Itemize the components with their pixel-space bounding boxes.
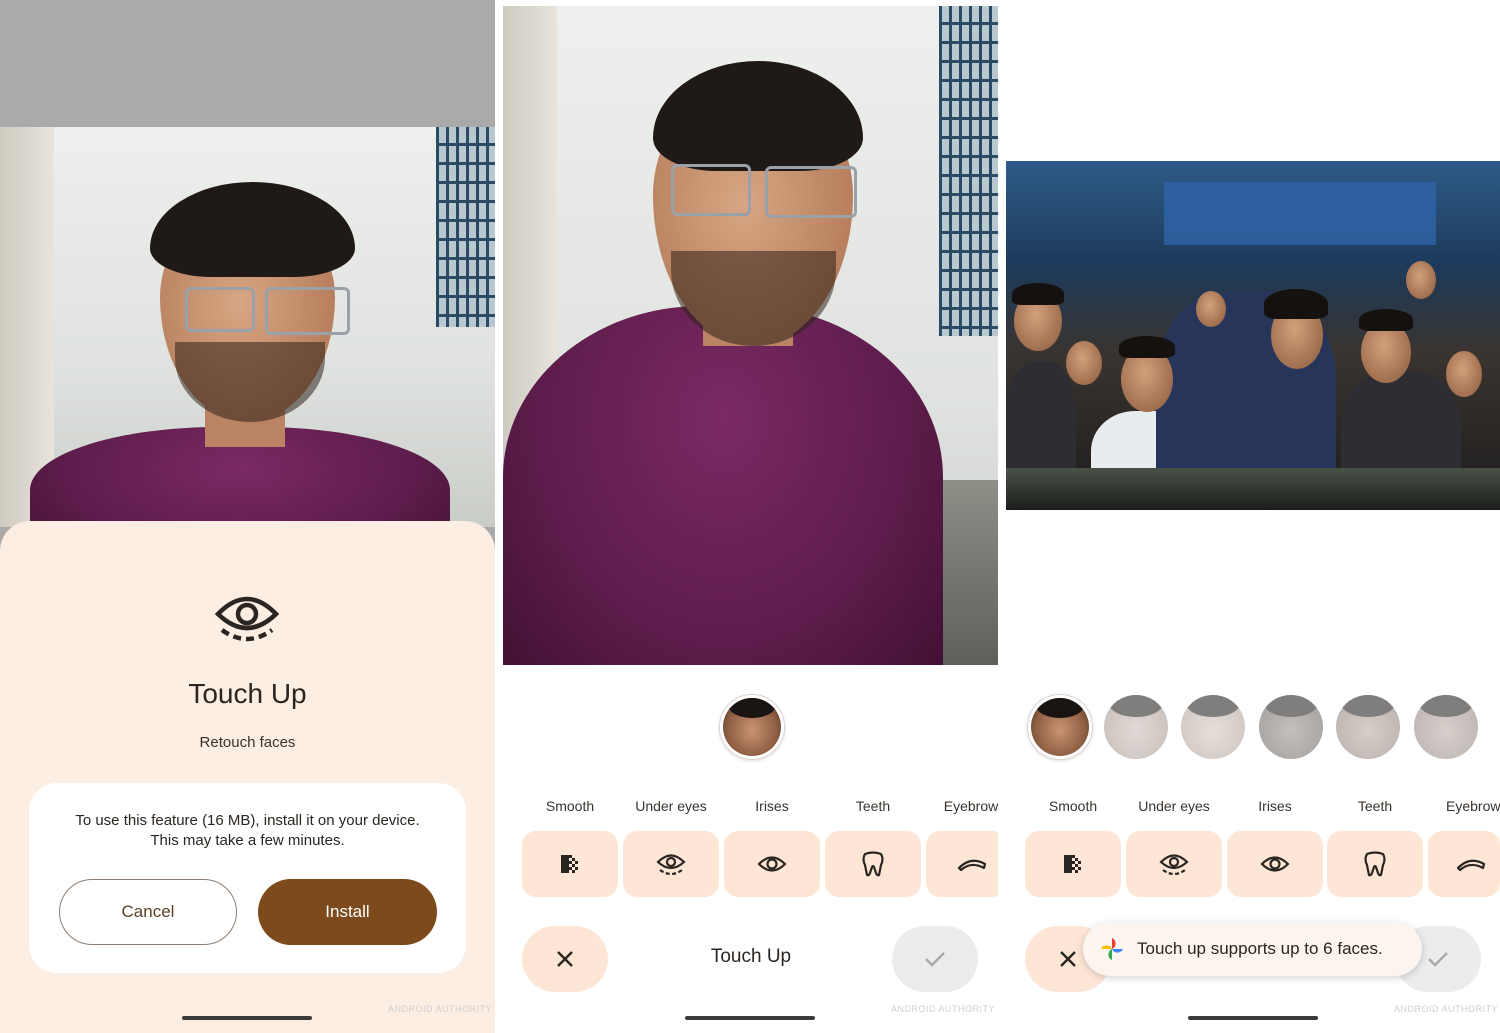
eyebrow-tool-button[interactable]: [1428, 831, 1500, 897]
face-thumbnail[interactable]: [1259, 695, 1323, 759]
install-button[interactable]: Install: [258, 879, 437, 945]
irises-icon: [1260, 856, 1290, 872]
irises-tool-button[interactable]: [1227, 831, 1323, 897]
teeth-tool-button[interactable]: [1327, 831, 1423, 897]
home-indicator[interactable]: [685, 1016, 815, 1020]
close-button[interactable]: [522, 926, 608, 992]
smooth-icon: [561, 855, 578, 873]
eyebrow-tool-button[interactable]: [926, 831, 998, 897]
under-eyes-tool-button[interactable]: [623, 831, 719, 897]
tool-label-irises: Irises: [755, 798, 789, 814]
crowd-photo: [1006, 161, 1500, 510]
face-thumbnail[interactable]: [1414, 695, 1478, 759]
install-info-line-1: To use this feature (16 MB), install it …: [75, 812, 420, 829]
install-info-line-2: This may take a few minutes.: [150, 832, 345, 849]
face-thumbnail[interactable]: [1181, 695, 1245, 759]
home-indicator[interactable]: [182, 1016, 312, 1020]
done-button[interactable]: [892, 926, 978, 992]
face-thumbnail[interactable]: [1104, 695, 1168, 759]
teeth-tool-button[interactable]: [825, 831, 921, 897]
selfie-photo: [0, 127, 495, 527]
cancel-button[interactable]: Cancel: [59, 879, 237, 945]
face-thumbnail[interactable]: [720, 695, 784, 759]
touch-up-group-screen: Smooth Under eyes Irises Teeth Eyebrow A…: [1006, 0, 1500, 1033]
tool-label-teeth: Teeth: [1357, 798, 1393, 814]
check-icon: [1428, 952, 1448, 967]
watermark: ANDROID AUTHORITY: [388, 1004, 493, 1014]
close-icon: [557, 951, 573, 967]
eyebrow-icon: [957, 859, 987, 872]
smooth-tool-button[interactable]: [522, 831, 618, 897]
tool-label-under-eyes: Under eyes: [635, 798, 707, 814]
install-info-text: To use this feature (16 MB), install it …: [29, 811, 466, 851]
tool-label-under-eyes: Under eyes: [1138, 798, 1210, 814]
under-eyes-tool-button[interactable]: [1126, 831, 1222, 897]
face-limit-toast: Touch up supports up to 6 faces.: [1083, 922, 1422, 976]
touch-up-eye-icon: [214, 596, 280, 642]
tool-label-eyebrow: Eyebrow: [1446, 798, 1500, 814]
face-thumbnail[interactable]: [1028, 695, 1092, 759]
sheet-subtitle: Retouch faces: [199, 734, 296, 751]
install-screen: Touch Up Retouch faces To use this featu…: [0, 0, 495, 1033]
eyebrow-icon: [1456, 859, 1486, 872]
watermark: ANDROID AUTHORITY: [1394, 1004, 1499, 1014]
editor-title: Touch Up: [710, 946, 792, 967]
watermark: ANDROID AUTHORITY: [891, 1004, 996, 1014]
irises-icon: [757, 856, 787, 872]
smooth-icon: [1064, 855, 1081, 873]
check-icon: [925, 952, 945, 967]
face-thumbnail[interactable]: [1336, 695, 1400, 759]
under-eyes-icon: [656, 854, 686, 876]
selfie-photo: [503, 6, 998, 665]
teeth-icon: [1364, 851, 1386, 877]
teeth-icon: [862, 851, 884, 877]
tool-label-smooth: Smooth: [1048, 798, 1098, 814]
irises-tool-button[interactable]: [724, 831, 820, 897]
under-eyes-icon: [1159, 854, 1189, 876]
tool-label-teeth: Teeth: [855, 798, 891, 814]
close-icon: [1060, 951, 1076, 967]
touch-up-editor-screen: Smooth Under eyes Irises Teeth Eyebrow T…: [503, 0, 998, 1033]
home-indicator[interactable]: [1188, 1016, 1318, 1020]
tool-label-eyebrow: Eyebrow: [943, 798, 998, 814]
tool-label-smooth: Smooth: [545, 798, 595, 814]
sheet-title: Touch Up: [188, 678, 307, 709]
toast-text: Touch up supports up to 6 faces.: [1137, 939, 1383, 958]
tool-label-irises: Irises: [1258, 798, 1292, 814]
google-photos-icon: [1101, 938, 1123, 960]
smooth-tool-button[interactable]: [1025, 831, 1121, 897]
